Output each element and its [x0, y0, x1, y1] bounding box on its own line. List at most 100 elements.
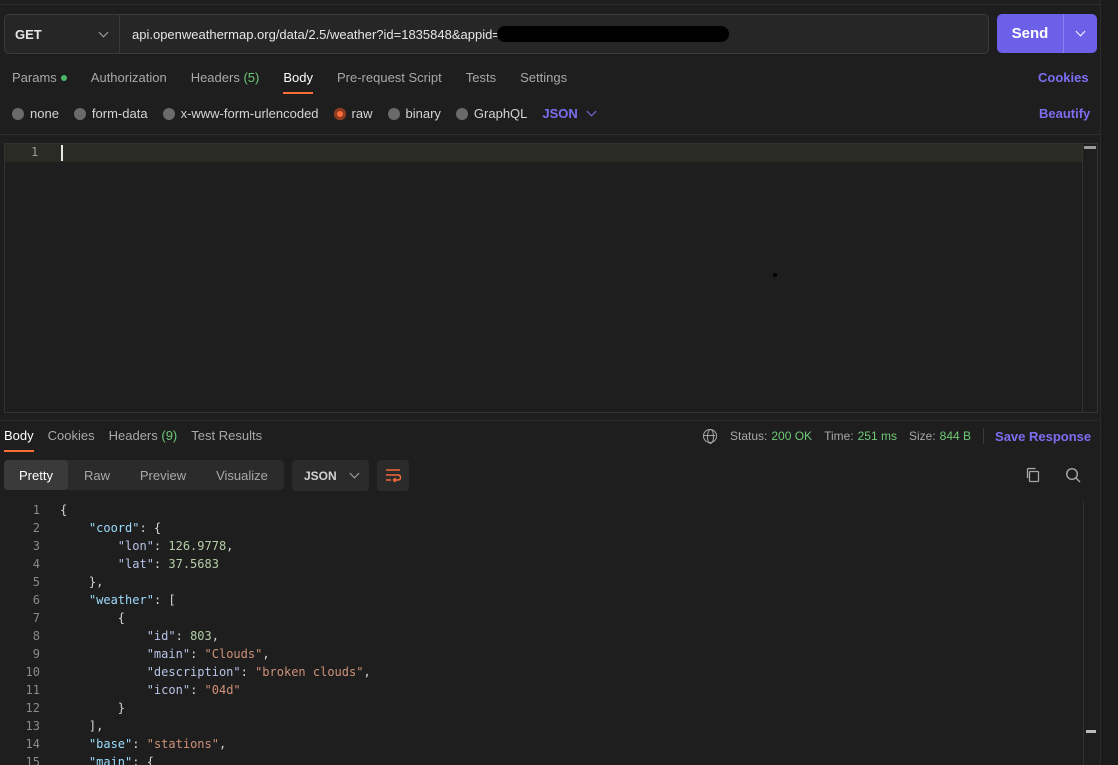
wrap-lines-button[interactable] — [377, 460, 409, 491]
beautify-link[interactable]: Beautify — [1039, 106, 1090, 121]
body-format-select[interactable]: JSON — [542, 106, 597, 121]
code-token: "id" — [146, 629, 176, 643]
response-tabs: Body Cookies Headers (9) Test Results — [4, 428, 276, 452]
chevron-down-icon — [98, 27, 109, 37]
active-indicator-icon — [60, 74, 67, 81]
tab-label: Pre-request Script — [336, 70, 442, 85]
tab-body[interactable]: Body — [283, 70, 313, 94]
code-token: "lat" — [117, 557, 154, 571]
redaction-bar — [497, 26, 729, 42]
code-token: 37.5683 — [168, 557, 219, 571]
send-options-button[interactable] — [1064, 14, 1097, 53]
tab-pre-request-script[interactable]: Pre-request Script — [337, 70, 442, 94]
tab-label: Headers — [108, 428, 158, 443]
view-preview[interactable]: Preview — [126, 460, 200, 490]
cookies-link[interactable]: Cookies — [1038, 70, 1089, 85]
view-visualize[interactable]: Visualize — [200, 460, 284, 490]
tab-authorization[interactable]: Authorization — [91, 70, 167, 94]
code-token: } — [60, 701, 126, 715]
line-number: 3 — [32, 539, 40, 553]
line-number: 10 — [25, 665, 40, 679]
view-mode-switch: Pretty Raw Preview Visualize — [4, 460, 284, 490]
tab-headers[interactable]: Headers (5) — [191, 70, 260, 94]
copy-icon[interactable] — [1025, 467, 1041, 483]
radio-x-www-form-urlencoded[interactable]: x-www-form-urlencoded — [162, 106, 319, 121]
method-label: GET — [15, 26, 42, 42]
radio-circle-icon — [455, 107, 468, 120]
code-line: 4 "lat": 37.5683 — [0, 555, 1100, 573]
code-line: 5 }, — [0, 573, 1100, 591]
send-button[interactable]: Send — [997, 14, 1064, 53]
view-raw[interactable]: Raw — [68, 460, 126, 490]
send-button-group: Send — [997, 14, 1097, 53]
status-value[interactable]: 200 OK — [771, 429, 812, 443]
code-line: 14 "base": "stations", — [0, 735, 1100, 753]
code-token: , — [211, 629, 219, 643]
tab-response-headers[interactable]: Headers (9) — [109, 428, 178, 452]
radio-circle-icon — [73, 107, 86, 120]
tab-label: Authorization — [90, 70, 167, 85]
code-token: "main" — [146, 647, 191, 661]
tab-test-results[interactable]: Test Results — [191, 428, 262, 452]
time-label: Time: — [824, 429, 854, 443]
method-select[interactable]: GET — [5, 15, 120, 53]
globe-icon[interactable] — [703, 429, 717, 444]
radio-form-data[interactable]: form-data — [73, 106, 148, 121]
url-text: api.openweathermap.org/data/2.5/weather?… — [132, 26, 500, 42]
radio-circle-icon — [12, 107, 24, 120]
radio-label: form-data — [91, 106, 148, 121]
request-body-editor[interactable]: 1 — [4, 143, 1098, 413]
code-text: "lon": 126.9778, — [60, 537, 234, 555]
time-value[interactable]: 251 ms — [858, 429, 897, 443]
line-number: 1 — [32, 503, 40, 517]
response-body-viewer[interactable]: 1{2 "coord": {3 "lon": 126.9778, 4 "lat":… — [0, 501, 1100, 765]
line-number: 5 — [32, 575, 40, 589]
tab-response-body[interactable]: Body — [4, 428, 34, 452]
radio-graphql[interactable]: GraphQL — [455, 106, 528, 121]
code-text: ], — [60, 717, 103, 735]
radio-binary[interactable]: binary — [387, 106, 441, 121]
code-token: : — [240, 665, 256, 679]
code-line: 11 "icon": "04d" — [0, 681, 1100, 699]
url-input[interactable]: api.openweathermap.org/data/2.5/weather?… — [120, 15, 988, 53]
radio-none[interactable]: none — [12, 106, 59, 121]
radio-label: x-www-form-urlencoded — [180, 106, 319, 121]
window-edge — [1100, 0, 1118, 765]
code-token: { — [60, 503, 68, 517]
tab-settings[interactable]: Settings — [520, 70, 567, 94]
tab-params[interactable]: Params — [12, 70, 67, 94]
tab-tests[interactable]: Tests — [466, 70, 496, 94]
response-status-bar: Status: 200 OK Time: 251 ms Size: 844 B … — [703, 428, 1110, 444]
tab-count: (5) — [243, 70, 260, 85]
editor-scrollbar[interactable] — [1082, 144, 1097, 412]
tab-label: Tests — [465, 70, 497, 85]
code-token: ], — [60, 719, 104, 733]
code-text: { — [60, 609, 125, 627]
tab-response-cookies[interactable]: Cookies — [48, 428, 95, 452]
scrollbar-thumb[interactable] — [1084, 146, 1096, 149]
view-pretty[interactable]: Pretty — [4, 460, 68, 490]
line-number: 1 — [31, 145, 39, 159]
response-scrollbar[interactable] — [1083, 501, 1098, 765]
tab-label: Params — [12, 70, 57, 85]
divider — [983, 428, 985, 444]
tab-label: Settings — [520, 70, 568, 85]
size-value[interactable]: 844 B — [940, 429, 971, 443]
code-text: "main": { — [60, 753, 154, 765]
scrollbar-thumb[interactable] — [1086, 730, 1096, 733]
save-response-button[interactable]: Save Response — [995, 428, 1110, 444]
size-label: Size: — [908, 429, 936, 443]
code-token: , — [218, 737, 227, 751]
radio-label: GraphQL — [473, 106, 528, 121]
search-icon[interactable] — [1065, 467, 1081, 483]
line-number: 12 — [25, 701, 40, 715]
code-text: "description": "broken clouds", — [60, 663, 371, 681]
radio-raw[interactable]: raw — [333, 106, 373, 121]
response-format-select[interactable]: JSON — [292, 460, 369, 491]
code-line: 3 "lon": 126.9778, — [0, 537, 1100, 555]
code-line: 15 "main": { — [0, 753, 1100, 765]
save-response-label: Save Response — [995, 428, 1092, 444]
line-number: 7 — [32, 611, 40, 625]
code-line: 1{ — [0, 501, 1100, 519]
